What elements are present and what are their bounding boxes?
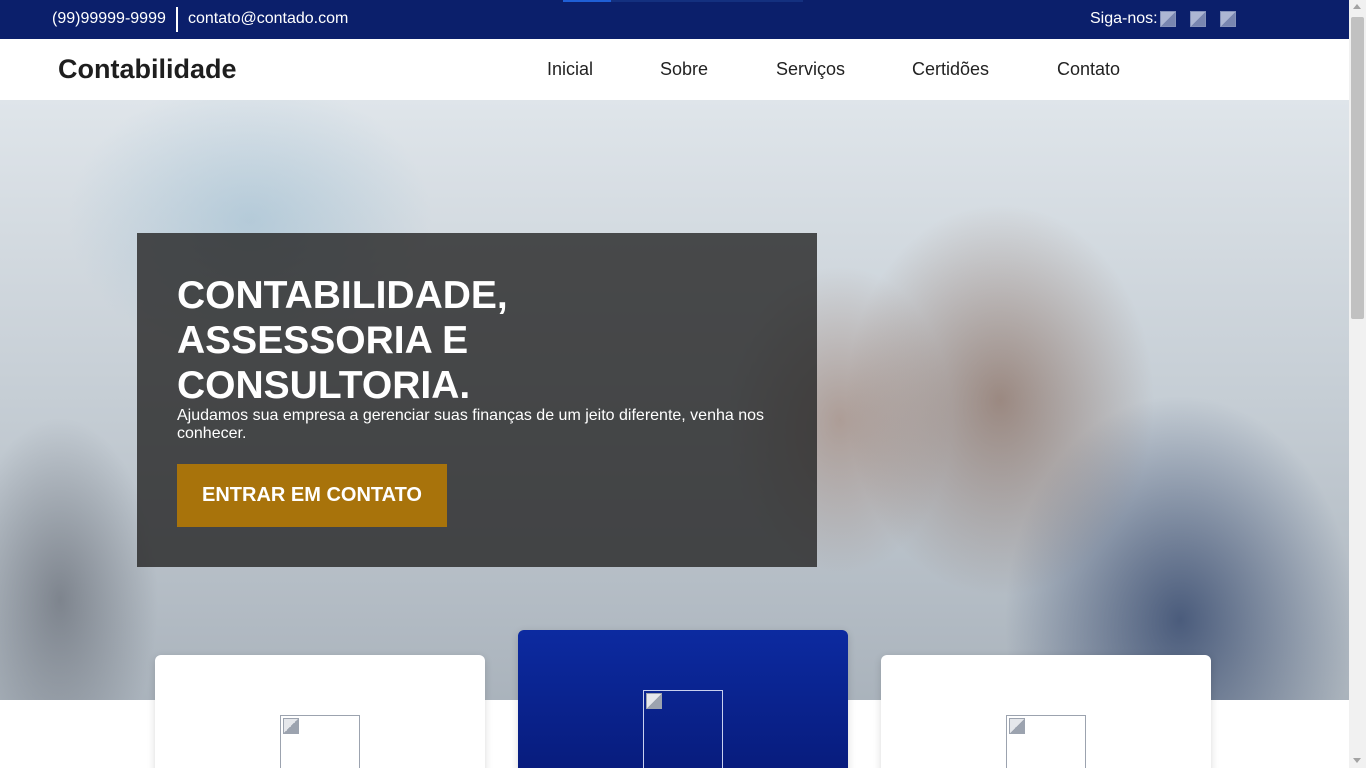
hero-banner: CONTABILIDADE, ASSESSORIA E CONSULTORIA.… [0,100,1349,700]
contact-cta-button[interactable]: ENTRAR EM CONTATO [177,464,447,527]
broken-image-icon [643,690,723,768]
hero-headline: CONTABILIDADE, ASSESSORIA E CONSULTORIA. [177,274,508,407]
hero-subtext: Ajudamos sua empresa a gerenciar suas fi… [177,407,765,442]
vertical-scrollbar[interactable] [1349,0,1366,768]
nav-item-servicos[interactable]: Serviços [776,59,845,80]
site-logo-text[interactable]: Contabilidade [58,54,237,85]
topbar-divider [176,7,178,32]
scroll-up-arrow-icon[interactable] [1353,4,1361,9]
broken-image-icon [1006,715,1086,768]
loading-progress-track [611,0,803,2]
scroll-down-arrow-icon[interactable] [1353,758,1361,763]
broken-image-icon[interactable] [1219,11,1236,27]
social-links: Siga-nos: [1090,10,1248,28]
nav-item-inicial[interactable]: Inicial [547,59,593,80]
main-header: Contabilidade Inicial Sobre Serviços Cer… [0,39,1349,100]
hero-background-photo [0,100,1,101]
feature-card [881,655,1211,768]
loading-progress-indicator [563,0,611,2]
hero-overlay-panel: CONTABILIDADE, ASSESSORIA E CONSULTORIA.… [137,233,817,567]
nav-item-contato[interactable]: Contato [1057,59,1120,80]
follow-label: Siga-nos: [1090,10,1158,27]
broken-image-icon[interactable] [1189,11,1206,27]
email-address[interactable]: contato@contado.com [188,10,348,28]
nav-item-certidoes[interactable]: Certidões [912,59,989,80]
feature-card-highlighted [518,630,848,768]
feature-card [155,655,485,768]
nav-item-sobre[interactable]: Sobre [660,59,708,80]
top-contact-bar: (99)99999-9999 contato@contado.com Siga-… [0,0,1349,39]
phone-number[interactable]: (99)99999-9999 [52,10,166,28]
broken-image-icon[interactable] [1159,11,1176,27]
scrollbar-thumb[interactable] [1351,17,1364,319]
broken-image-icon [280,715,360,768]
